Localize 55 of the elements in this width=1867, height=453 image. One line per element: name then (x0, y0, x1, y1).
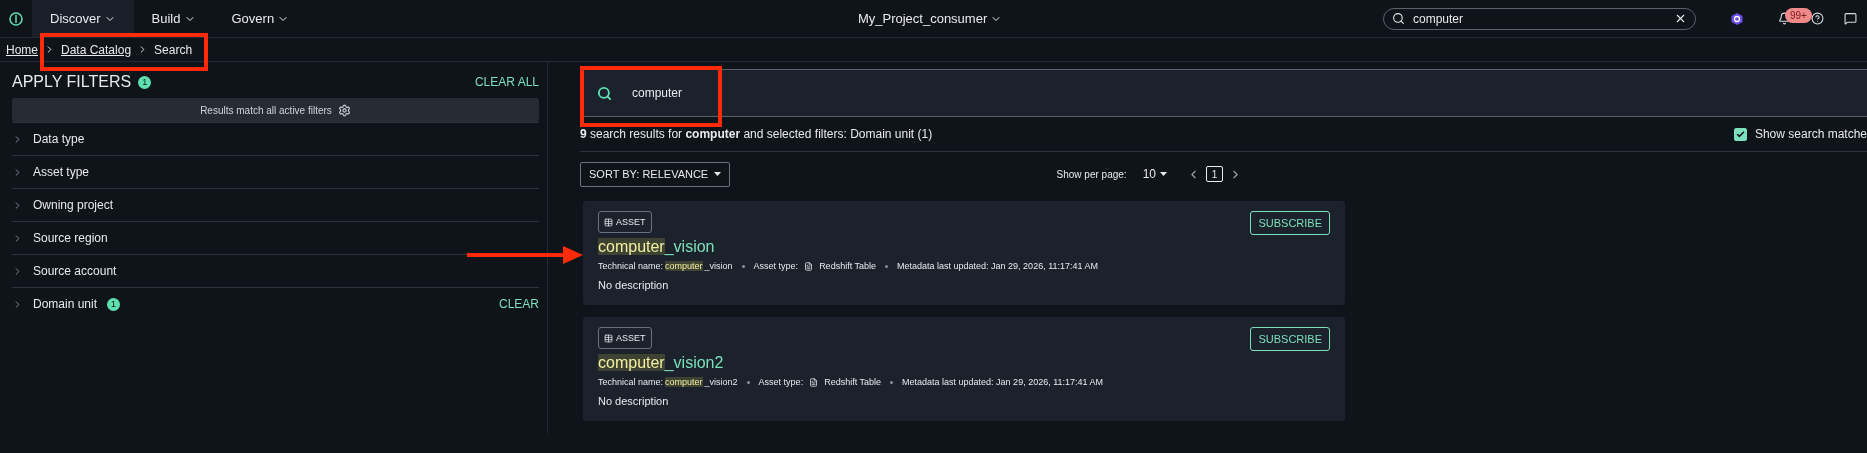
technical-name: Technical name: computer _vision2 (598, 377, 738, 387)
filter-label[interactable]: Asset type (33, 165, 90, 179)
sort-dropdown[interactable]: SORT BY: RELEVANCE (580, 161, 731, 187)
breadcrumb-link[interactable]: Data Catalog (61, 42, 132, 57)
checkbox[interactable] (1733, 127, 1747, 141)
asset-type-value: Redshift Table (824, 377, 881, 387)
document-icon (809, 377, 819, 387)
description: No description (598, 279, 670, 291)
results-summary: 9 search results for computer and selected filters: Domain unit (1) (580, 127, 933, 141)
table-icon (604, 217, 613, 227)
asset-tag: ASSET (598, 327, 652, 349)
asset-type-value: Redshift Table (819, 261, 876, 271)
search-icon (1392, 12, 1405, 25)
page-button[interactable]: 1 (1206, 166, 1223, 182)
technical-name: Technical name: computer _vision (598, 261, 733, 271)
last-updated: Metadata last updated: Jan 29, 2026, 11:17:41 AM (897, 261, 1098, 271)
match-text: Results match all active filters (200, 104, 332, 116)
logo-icon (9, 11, 23, 26)
caret-icon (714, 172, 722, 176)
subscribe-button[interactable]: SUBSCRIBE (1250, 327, 1330, 351)
document-icon (804, 261, 814, 271)
description: No description (598, 395, 670, 407)
filter-label[interactable]: Source region (33, 231, 108, 245)
notification-badge: 99+ (1785, 7, 1812, 23)
nav-menu[interactable]: Discover (32, 0, 134, 37)
count-badge: 1 (138, 75, 152, 89)
breadcrumb-link[interactable]: Home (6, 42, 38, 57)
clear-all-link[interactable]: CLEAR ALL (474, 75, 539, 89)
feedback-icon[interactable] (1844, 12, 1857, 25)
filter-label[interactable]: Data type (33, 132, 85, 146)
filters-title: APPLY FILTERS (12, 73, 132, 91)
help-icon[interactable] (1811, 12, 1824, 25)
per-page-label: Show per page: (1056, 168, 1127, 180)
filter-label[interactable]: Domain unit (33, 297, 98, 311)
table-icon (604, 333, 613, 343)
asset-type-label: Asset type: (753, 261, 799, 271)
breadcrumb-link[interactable]: Search (154, 42, 193, 57)
project-menu[interactable]: My_Project_consumer (851, 10, 1009, 27)
search-icon (597, 85, 612, 101)
asset-tag: ASSET (598, 211, 652, 233)
nav-menu[interactable]: Build (133, 0, 214, 37)
clear-link[interactable]: CLEAR (499, 297, 539, 311)
per-page-dropdown[interactable]: 10 (1136, 166, 1173, 182)
settings-icon[interactable] (337, 103, 351, 117)
filter-label[interactable]: Owning project (33, 198, 114, 212)
subscribe-button[interactable]: SUBSCRIBE (1250, 211, 1330, 235)
count-badge: 1 (107, 297, 121, 311)
checkbox-label: Show search matche (1754, 127, 1867, 141)
filter-label[interactable]: Source account (33, 264, 117, 278)
close-icon[interactable] (1674, 12, 1687, 25)
hexagon-icon[interactable] (1730, 11, 1744, 26)
last-updated: Metadata last updated: Jan 29, 2026, 11:17:41 AM (902, 377, 1104, 387)
asset-type-label: Asset type: (758, 377, 804, 387)
caret-icon (1160, 172, 1167, 176)
nav-menu[interactable]: Govern (213, 0, 308, 37)
